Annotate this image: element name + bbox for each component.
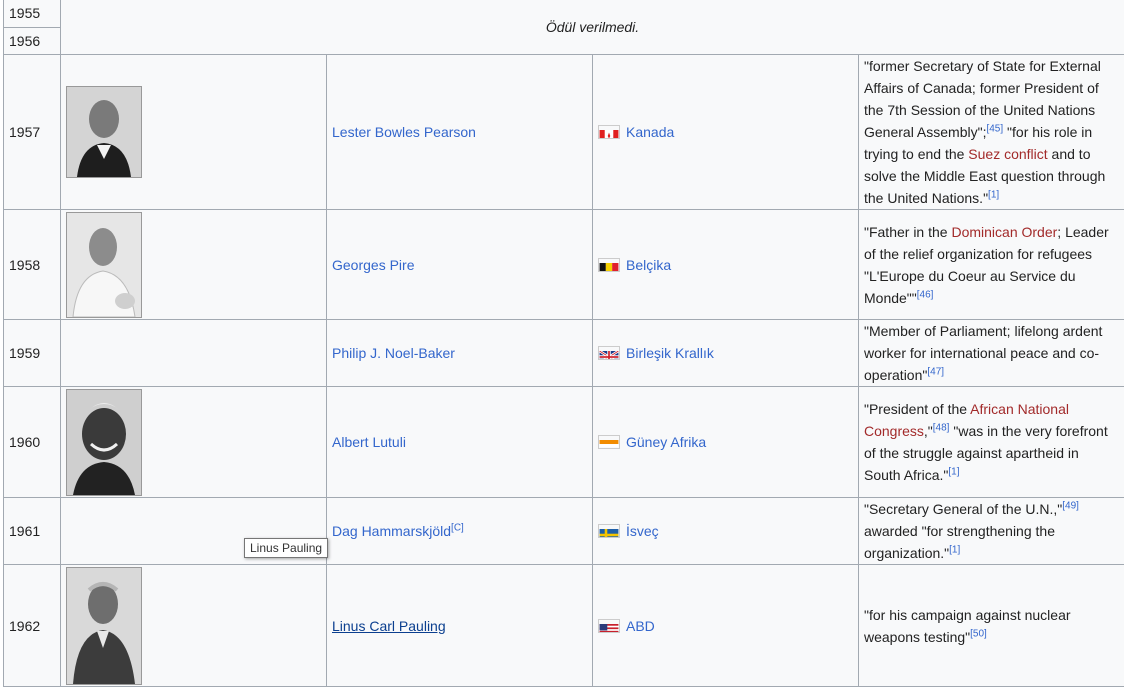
reason-text: "Secretary General of the U.N.," — [864, 501, 1062, 517]
laureate-name-link[interactable]: Philip J. Noel-Baker — [332, 345, 455, 361]
reason-cell: "Secretary General of the U.N.,"[49] awa… — [859, 498, 1124, 565]
country-cell: Güney Afrika — [593, 387, 859, 498]
country-cell: ABD — [593, 565, 859, 687]
country-link[interactable]: Kanada — [626, 124, 674, 140]
citation[interactable]: [1] — [949, 544, 960, 555]
photo-cell — [61, 320, 327, 387]
citation-link[interactable]: [45] — [986, 123, 1003, 134]
citation[interactable]: [47] — [927, 366, 944, 377]
year-cell: 1961 — [4, 498, 61, 565]
laureate-name-cell: Dag Hammarskjöld[C] — [327, 498, 593, 565]
portrait-photo[interactable] — [66, 86, 142, 178]
dominican-order-link[interactable]: Dominican Order — [951, 224, 1057, 240]
uk-flag-icon — [598, 346, 620, 360]
photo-cell — [61, 565, 327, 687]
photo-cell — [61, 55, 327, 210]
laureate-name-cell: Linus Carl Pauling — [327, 565, 593, 687]
reason-text: ," — [924, 423, 933, 439]
no-award-cell: Ödül verilmedi. — [61, 0, 1124, 55]
reason-cell: "for his campaign against nuclear weapon… — [859, 565, 1124, 687]
table-row: 1962 Linus Carl Pauling — [4, 565, 1124, 687]
note-link[interactable]: [C] — [451, 522, 464, 533]
laureate-name-cell: Albert Lutuli — [327, 387, 593, 498]
reason-text: "for his campaign against nuclear weapon… — [864, 607, 1071, 645]
belgium-flag-icon — [598, 258, 620, 272]
portrait-photo[interactable] — [66, 212, 142, 318]
citation[interactable]: [46] — [917, 289, 934, 300]
table-row: 1961 Dag Hammarskjöld[C] İsveç "Secretar… — [4, 498, 1124, 565]
reason-cell: "former Secretary of State for External … — [859, 55, 1124, 210]
table-row: 1958 Georges Pire Belçika — [4, 210, 1124, 320]
laureate-name-link[interactable]: Georges Pire — [332, 257, 414, 273]
year-cell: 1960 — [4, 387, 61, 498]
year-cell: 1956 — [4, 28, 61, 55]
laureate-name-cell: Georges Pire — [327, 210, 593, 320]
photo-cell — [61, 210, 327, 320]
citation[interactable]: [49] — [1062, 500, 1079, 511]
portrait-photo[interactable] — [66, 567, 142, 685]
country-cell: İsveç — [593, 498, 859, 565]
reason-cell: "President of the African National Congr… — [859, 387, 1124, 498]
citation-link[interactable]: [49] — [1062, 500, 1079, 511]
reason-text: "Father in the — [864, 224, 951, 240]
citation-link[interactable]: [50] — [970, 628, 987, 639]
sweden-flag-icon — [598, 524, 620, 538]
reason-cell: "Member of Parliament; lifelong ardent w… — [859, 320, 1124, 387]
laureate-name-cell: Philip J. Noel-Baker — [327, 320, 593, 387]
photo-cell — [61, 387, 327, 498]
laureates-table: 1955 Ödül verilmedi. 1956 1957 Lest — [3, 0, 1124, 687]
reason-text: "Member of Parliament; lifelong ardent w… — [864, 323, 1102, 383]
citation[interactable]: [1] — [988, 189, 999, 200]
reason-cell: "Father in the Dominican Order; Leader o… — [859, 210, 1124, 320]
canada-flag-icon — [598, 125, 620, 139]
link-tooltip: Linus Pauling — [244, 538, 328, 558]
country-link[interactable]: Güney Afrika — [626, 434, 706, 450]
citation-link[interactable]: [1] — [948, 466, 959, 477]
south-africa-flag-icon — [598, 435, 620, 449]
year-cell: 1959 — [4, 320, 61, 387]
laureate-name-cell: Lester Bowles Pearson — [327, 55, 593, 210]
laureate-name-link[interactable]: Linus Carl Pauling — [332, 618, 446, 634]
portrait-photo[interactable] — [66, 389, 142, 496]
table-row: 1959 Philip J. Noel-Baker Birleşik Krall… — [4, 320, 1124, 387]
country-cell: Kanada — [593, 55, 859, 210]
citation-link[interactable]: [47] — [927, 366, 944, 377]
year-cell: 1958 — [4, 210, 61, 320]
country-link[interactable]: ABD — [626, 618, 655, 634]
citation-link[interactable]: [48] — [933, 422, 950, 433]
laureate-name-link[interactable]: Dag Hammarskjöld — [332, 523, 451, 539]
suez-conflict-link[interactable]: Suez conflict — [968, 146, 1047, 162]
country-link[interactable]: Birleşik Krallık — [626, 345, 714, 361]
year-cell: 1962 — [4, 565, 61, 687]
citation[interactable]: [45] — [986, 123, 1003, 134]
note[interactable]: [C] — [451, 522, 464, 533]
country-cell: Belçika — [593, 210, 859, 320]
table-row: 1960 Albert Lutuli Güney — [4, 387, 1124, 498]
citation-link[interactable]: [1] — [949, 544, 960, 555]
citation-link[interactable]: [1] — [988, 189, 999, 200]
reason-text: "President of the — [864, 401, 970, 417]
citation[interactable]: [48] — [933, 422, 950, 433]
country-cell: Birleşik Krallık — [593, 320, 859, 387]
laureate-name-link[interactable]: Lester Bowles Pearson — [332, 124, 476, 140]
usa-flag-icon — [598, 619, 620, 633]
year-cell: 1957 — [4, 55, 61, 210]
laureate-name-link[interactable]: Albert Lutuli — [332, 434, 406, 450]
table-row: 1955 Ödül verilmedi. — [4, 0, 1124, 28]
country-link[interactable]: Belçika — [626, 257, 671, 273]
citation[interactable]: [50] — [970, 628, 987, 639]
citation-link[interactable]: [46] — [917, 289, 934, 300]
year-cell: 1955 — [4, 0, 61, 28]
country-link[interactable]: İsveç — [626, 523, 659, 539]
citation[interactable]: [1] — [948, 466, 959, 477]
table-row: 1957 Lester Bowles Pearson Kanada — [4, 55, 1124, 210]
